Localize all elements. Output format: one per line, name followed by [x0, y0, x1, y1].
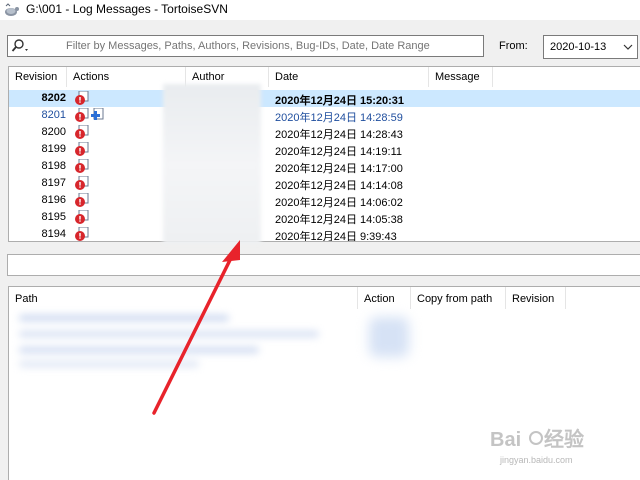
revision-actions — [75, 91, 91, 107]
col-header-date[interactable]: Date — [269, 67, 429, 87]
revision-row[interactable]: 8195 2020年12月24日 14:05:38 — [9, 209, 640, 226]
svg-text:Bai: Bai — [490, 429, 521, 451]
paths-redacted — [13, 305, 353, 367]
window-title: G:\001 - Log Messages - TortoiseSVN — [26, 2, 228, 16]
baidu-jingyan-watermark-logo: Bai 经验 — [490, 427, 584, 451]
revision-actions — [75, 125, 91, 141]
from-label: From: — [499, 40, 528, 52]
modified-icon — [75, 91, 89, 105]
revision-actions — [75, 142, 91, 158]
revision-date: 2020年12月24日 14:05:38 — [275, 214, 403, 226]
watermark-url: jingyan.baidu.com — [500, 455, 573, 465]
revision-row[interactable]: 8202 2020年12月24日 15:20:31 — [9, 90, 640, 107]
modified-icon — [75, 125, 89, 139]
modified-icon — [75, 108, 89, 122]
revision-list-header: Revision Actions Author Date Message — [9, 67, 640, 87]
revision-date: 2020年12月24日 14:28:43 — [275, 129, 403, 141]
revision-number: 8200 — [41, 126, 66, 138]
action-redacted — [369, 317, 409, 357]
revision-date: 2020年12月24日 14:17:00 — [275, 163, 403, 175]
revision-number: 8197 — [41, 177, 66, 189]
revision-date: 2020年12月24日 14:19:11 — [275, 146, 402, 158]
revision-row[interactable]: 8201 2020年12月24日 14:28:59 — [9, 107, 640, 124]
revision-number: 8196 — [41, 194, 66, 206]
col-header-message[interactable]: Message — [429, 67, 493, 87]
revision-number: 8201 — [41, 109, 66, 121]
modified-icon — [75, 210, 89, 224]
revision-number: 8198 — [41, 160, 66, 172]
revision-actions — [75, 193, 91, 209]
revision-actions — [75, 159, 91, 175]
revision-row[interactable]: 8196 2020年12月24日 14:06:02 — [9, 192, 640, 209]
revision-row[interactable]: 8197 2020年12月24日 14:14:08 — [9, 175, 640, 192]
revision-date: 2020年12月24日 14:06:02 — [275, 197, 403, 209]
log-message-box[interactable] — [7, 254, 640, 276]
revision-list[interactable]: Revision Actions Author Date Message 820… — [8, 66, 640, 242]
from-date-value: 2020-10-13 — [550, 41, 607, 53]
title-bar: G:\001 - Log Messages - TortoiseSVN — [0, 0, 640, 20]
tortoisesvn-app-icon — [5, 3, 19, 16]
from-date-picker[interactable]: 2020-10-13 — [543, 35, 638, 59]
search-icon[interactable] — [11, 38, 33, 54]
modified-icon — [75, 142, 89, 156]
added-icon — [91, 108, 104, 120]
col-header-revision[interactable]: Revision — [9, 67, 67, 87]
revision-number: 8199 — [41, 143, 66, 155]
modified-icon — [75, 176, 89, 190]
revision-actions — [75, 176, 91, 192]
revision-date: 2020年12月24日 14:14:08 — [275, 180, 403, 192]
revision-number: 8194 — [41, 228, 66, 240]
filter-input[interactable] — [38, 38, 478, 54]
revision-rows: 8202 2020年12月24日 15:20:31 8201 2020年12月24日 … — [9, 90, 640, 242]
revision-actions — [75, 227, 91, 241]
chevron-down-icon[interactable] — [623, 42, 633, 52]
modified-icon — [75, 159, 89, 173]
modified-icon — [75, 193, 89, 207]
svg-text:经验: 经验 — [544, 427, 584, 451]
modified-icon — [75, 227, 89, 241]
revision-row[interactable]: 8194 2020年12月24日 9:39:43 — [9, 226, 640, 242]
revision-row[interactable]: 8198 2020年12月24日 14:17:00 — [9, 158, 640, 175]
revision-date: 2020年12月24日 14:28:59 — [275, 112, 403, 124]
author-column-redacted — [163, 84, 261, 244]
revision-actions — [75, 108, 107, 124]
revision-date: 2020年12月24日 9:39:43 — [275, 231, 397, 242]
revision-date: 2020年12月24日 15:20:31 — [275, 95, 405, 107]
revision-number: 8202 — [41, 92, 66, 104]
col-header-action[interactable]: Action — [358, 287, 411, 309]
revision-actions — [75, 210, 91, 226]
col-header-copy-from-path[interactable]: Copy from path — [411, 287, 506, 309]
col-header-path-revision[interactable]: Revision — [506, 287, 566, 309]
revision-row[interactable]: 8200 2020年12月24日 14:28:43 — [9, 124, 640, 141]
revision-number: 8195 — [41, 211, 66, 223]
filter-box[interactable] — [7, 35, 484, 57]
revision-row[interactable]: 8199 2020年12月24日 14:19:11 — [9, 141, 640, 158]
